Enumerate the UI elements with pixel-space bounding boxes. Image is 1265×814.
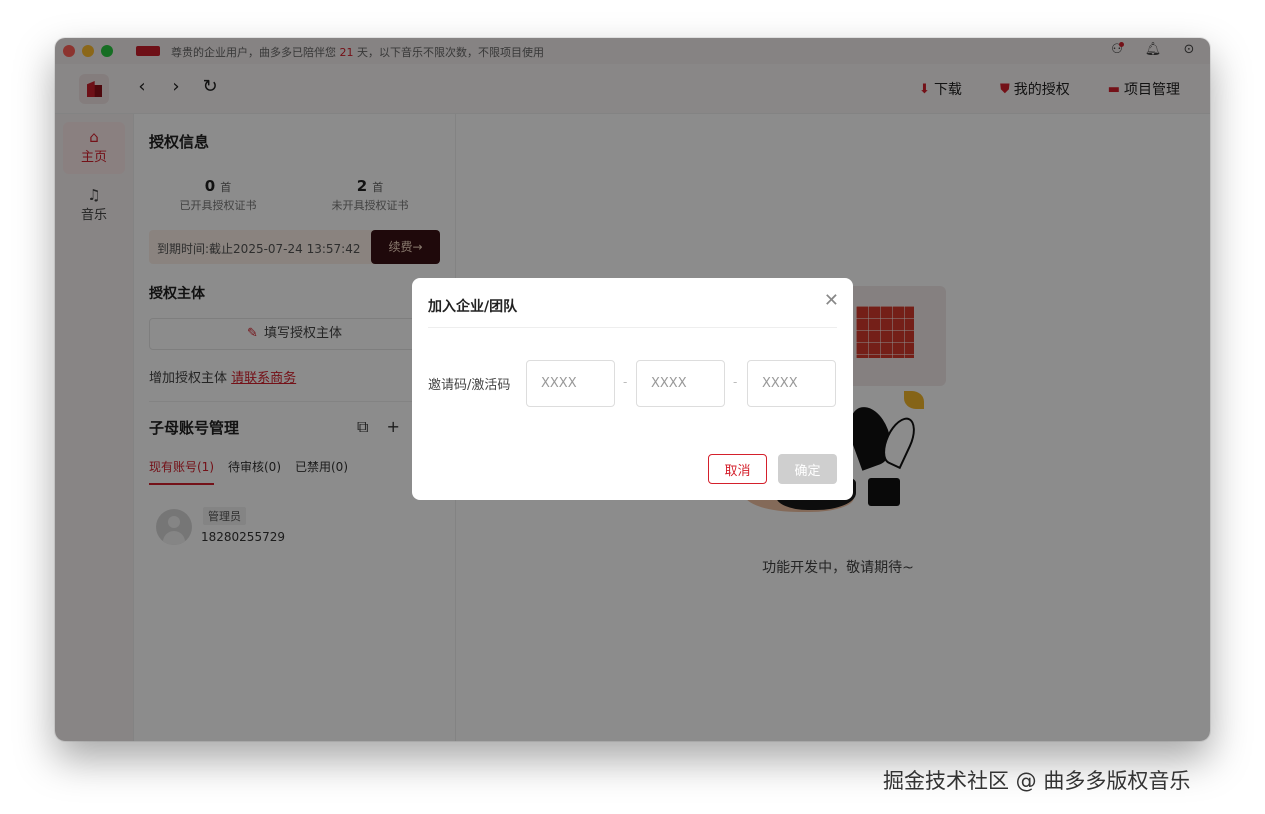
join-team-dialog: 加入企业/团队 ✕ 邀请码/激活码 - - 取消 确定 — [412, 278, 853, 500]
code-input-2[interactable] — [636, 360, 725, 407]
confirm-button[interactable]: 确定 — [778, 454, 837, 484]
code-label: 邀请码/激活码 — [428, 378, 511, 393]
app-window: 尊贵的企业用户，曲多多已陪伴您 21 天，以下音乐不限次数，不限项目使用 ⚇ 🔔… — [55, 38, 1210, 741]
code-separator: - — [733, 375, 738, 389]
code-separator: - — [623, 375, 628, 389]
code-input-1[interactable] — [526, 360, 615, 407]
code-input-3[interactable] — [747, 360, 836, 407]
dialog-title: 加入企业/团队 — [428, 299, 518, 315]
dialog-divider — [428, 327, 837, 328]
cancel-button[interactable]: 取消 — [708, 454, 767, 484]
watermark: 掘金技术社区 @ 曲多多版权音乐 — [883, 769, 1191, 793]
close-icon[interactable]: ✕ — [824, 290, 839, 311]
